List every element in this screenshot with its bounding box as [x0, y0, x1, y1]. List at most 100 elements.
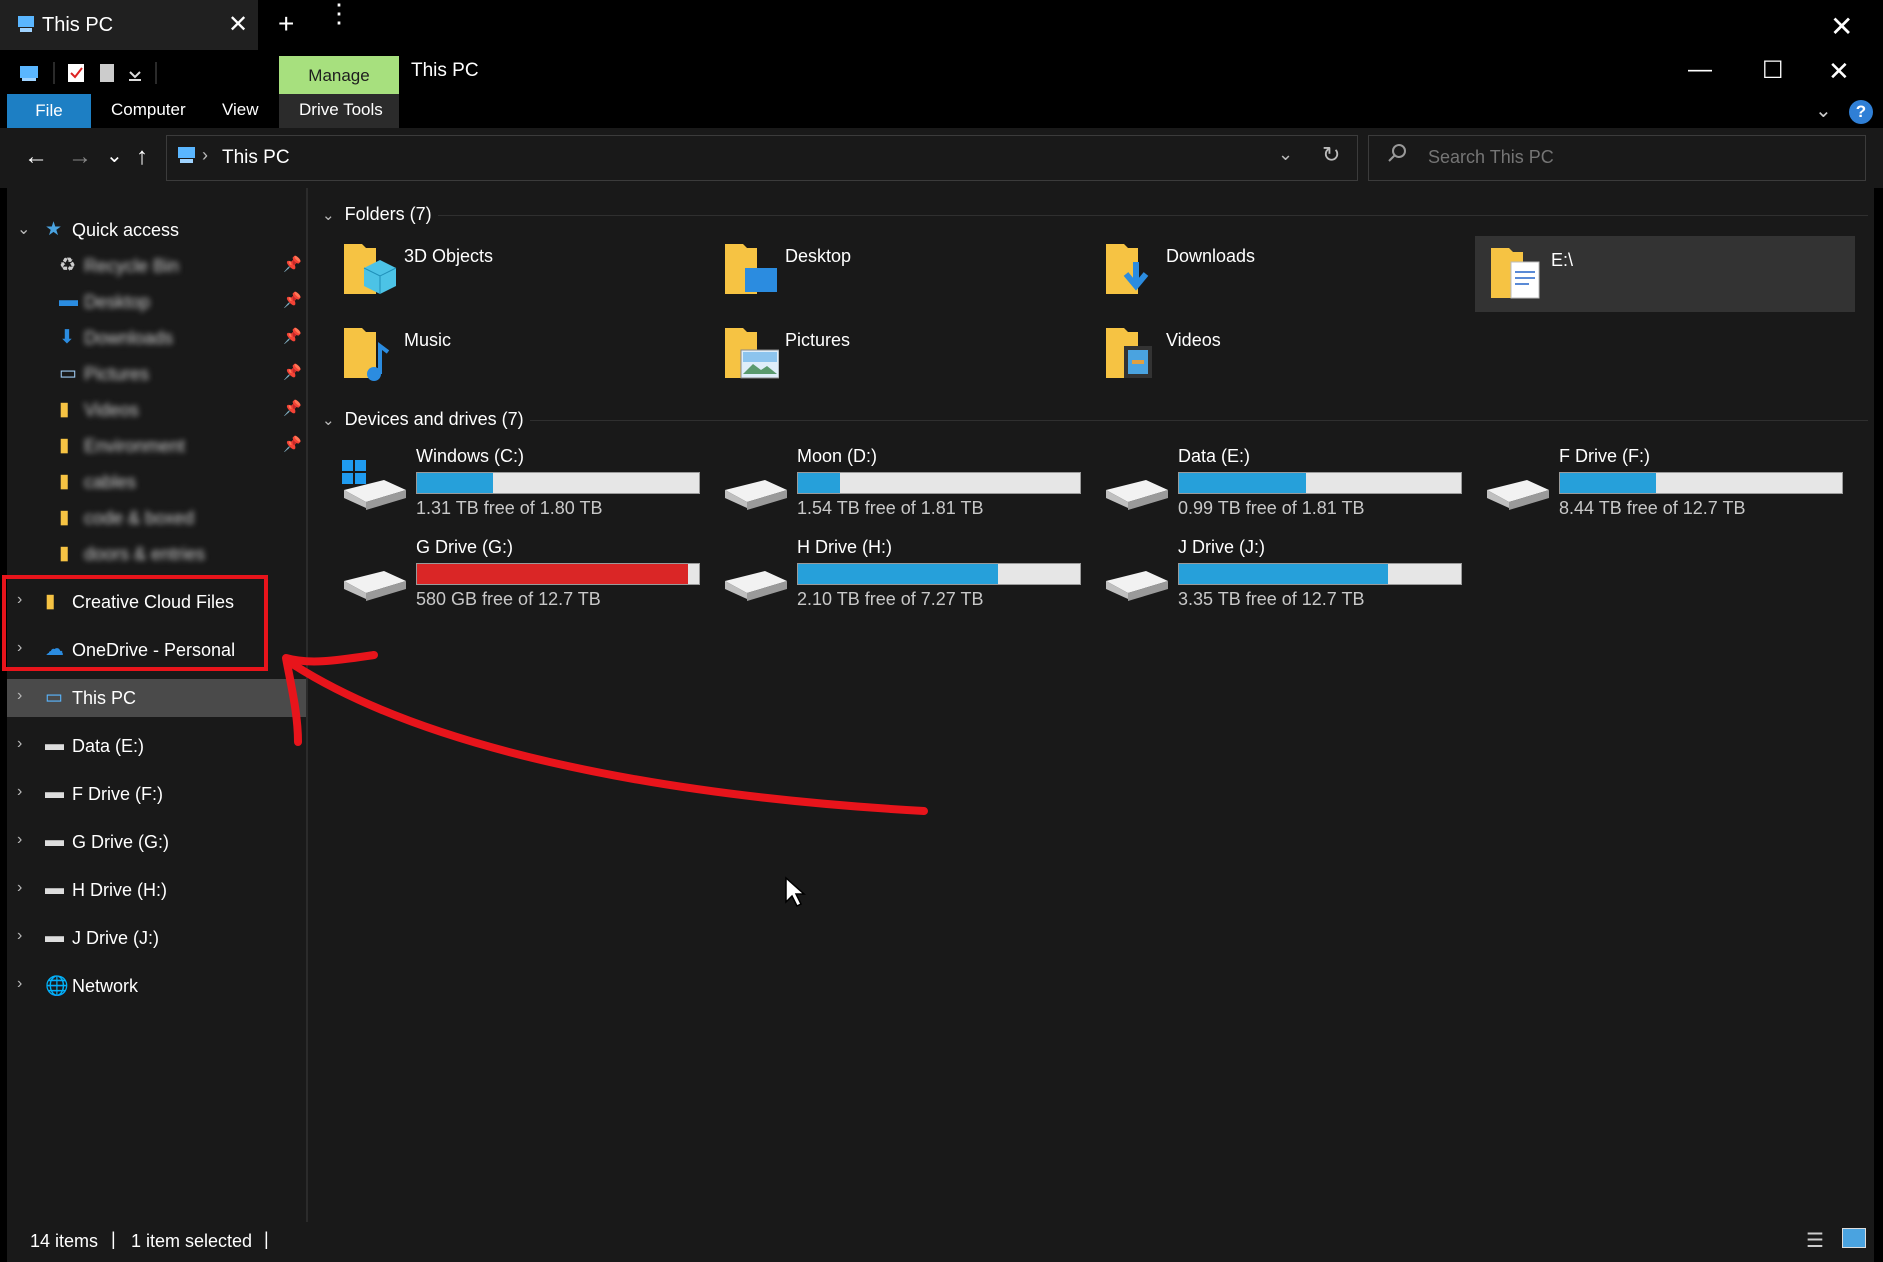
nav-j-drive[interactable]: › ▬ J Drive (J:) [7, 919, 307, 957]
drive-icon: ▬ [45, 734, 64, 755]
folder-music[interactable]: Music [328, 316, 708, 392]
document-folder-icon [1491, 248, 1540, 299]
recent-locations-button[interactable]: ⌄ [106, 143, 123, 168]
breadcrumb-this-pc[interactable]: This PC [222, 147, 290, 169]
pin-icon[interactable]: 📌 [283, 291, 302, 309]
manage-tab[interactable]: Manage [279, 56, 399, 94]
up-button[interactable]: ↑ [136, 143, 148, 171]
folder-downloads[interactable]: Downloads [1090, 232, 1470, 308]
forward-button[interactable]: → [68, 143, 92, 171]
folder-desktop[interactable]: Desktop [709, 232, 1089, 308]
nav-qa-downloads[interactable]: ⬇ Downloads 📌 [7, 319, 307, 357]
nav-label: F Drive (F:) [72, 784, 163, 804]
nav-label: This PC [72, 688, 137, 708]
chevron-right-icon[interactable]: › [17, 639, 22, 657]
nav-data-e[interactable]: › ▬ Data (E:) [7, 727, 307, 765]
drive-free-space: 2.10 TB free of 7.27 TB [797, 589, 984, 609]
drive-j[interactable]: J Drive (J:) 3.35 TB free of 12.7 TB [1102, 537, 1482, 617]
folder-3d-objects[interactable]: 3D Objects [328, 232, 708, 308]
nav-qa-desktop[interactable]: ▬ Desktop 📌 [7, 283, 307, 321]
chevron-down-icon[interactable]: ⌄ [17, 219, 30, 239]
nav-h-drive[interactable]: › ▬ H Drive (H:) [7, 871, 307, 909]
drive-windows-c[interactable]: Windows (C:) 1.31 TB free of 1.80 TB [340, 446, 720, 526]
drive-usage-fill [798, 564, 999, 584]
chevron-down-icon[interactable]: ⌄ [322, 412, 335, 429]
drive-g[interactable]: G Drive (G:) 580 GB free of 12.7 TB [340, 537, 720, 617]
chevron-right-icon[interactable]: › [17, 927, 22, 945]
drive-f[interactable]: F Drive (F:) 8.44 TB free of 12.7 TB [1483, 446, 1863, 526]
large-icons-view-icon[interactable] [1842, 1228, 1866, 1248]
tab-menu-icon[interactable]: ⋮ [326, 0, 352, 26]
address-bar[interactable] [166, 135, 1358, 181]
nav-qa-folder-2[interactable]: ▮ Environment 📌 [7, 427, 307, 465]
ribbon-tab-drive-tools[interactable]: Drive Tools [299, 100, 383, 120]
expand-ribbon-icon[interactable]: ⌄ [1815, 98, 1832, 123]
creative-cloud-folder-icon: ▮ [45, 591, 56, 612]
pin-icon[interactable]: 📌 [283, 435, 302, 453]
pin-icon[interactable]: 📌 [283, 399, 302, 417]
nav-onedrive-personal[interactable]: › ☁ OneDrive - Personal [7, 631, 307, 669]
nav-qa-folder-3[interactable]: ▮ cables [7, 463, 307, 501]
minimize-button[interactable]: — [1688, 56, 1712, 84]
chevron-right-icon[interactable]: › [17, 831, 22, 849]
help-button[interactable]: ? [1849, 100, 1873, 124]
folder-videos[interactable]: Videos [1090, 316, 1470, 392]
folder-name: 3D Objects [404, 246, 494, 266]
folder-e-drive-selected[interactable]: E:\ [1475, 236, 1855, 312]
chevron-right-icon[interactable]: › [17, 783, 22, 801]
this-pc-icon [178, 147, 195, 163]
nav-qa-pictures[interactable]: ▭ Pictures 📌 [7, 355, 307, 393]
chevron-right-icon[interactable]: › [17, 591, 22, 609]
chevron-right-icon[interactable]: › [17, 687, 22, 705]
drive-h[interactable]: H Drive (H:) 2.10 TB free of 7.27 TB [721, 537, 1101, 617]
chevron-right-icon[interactable]: › [17, 735, 22, 753]
new-tab-icon[interactable]: + [278, 8, 294, 40]
tab-close-icon[interactable]: ✕ [228, 10, 248, 39]
strip-close-icon[interactable]: ✕ [1830, 10, 1853, 43]
maximize-button[interactable]: ☐ [1762, 56, 1784, 85]
quick-access-toolbar-icons[interactable] [18, 60, 158, 86]
drive-name: G Drive (G:) [416, 537, 513, 557]
details-view-icon[interactable]: ☰ [1806, 1228, 1824, 1253]
nav-creative-cloud-files[interactable]: › ▮ Creative Cloud Files [7, 583, 307, 621]
tab-this-pc[interactable] [0, 0, 258, 50]
ribbon-tab-view[interactable]: View [222, 100, 259, 120]
folder-pictures[interactable]: Pictures [709, 316, 1089, 392]
nav-qa-folder-5[interactable]: ▮ doors & entries [7, 535, 307, 573]
status-separator: | [264, 1229, 269, 1249]
chevron-right-icon[interactable]: › [17, 879, 22, 897]
pin-icon[interactable]: 📌 [283, 327, 302, 345]
folder-name: Videos [1166, 330, 1221, 350]
nav-qa-folder-4[interactable]: ▮ code & boxed [7, 499, 307, 537]
folder-name: Desktop [785, 246, 852, 266]
folders-group-header[interactable]: ⌄ Folders (7) [322, 204, 432, 225]
ribbon-tab-file[interactable]: File [7, 94, 91, 128]
nav-f-drive[interactable]: › ▬ F Drive (F:) [7, 775, 307, 813]
drive-free-space: 3.35 TB free of 12.7 TB [1178, 589, 1365, 609]
drive-usage-bar [1178, 563, 1462, 585]
back-button[interactable]: ← [24, 143, 48, 171]
drive-moon-d[interactable]: Moon (D:) 1.54 TB free of 1.81 TB [721, 446, 1101, 526]
nav-network[interactable]: › 🌐 Network [7, 967, 307, 1005]
nav-qa-folder-1[interactable]: ▮ Videos 📌 [7, 391, 307, 429]
nav-qa-recycle-bin[interactable]: ♻ Recycle Bin 📌 [7, 247, 307, 285]
drive-data-e[interactable]: Data (E:) 0.99 TB free of 1.81 TB [1102, 446, 1482, 526]
folder-icon: ▮ [59, 471, 70, 492]
nav-this-pc[interactable]: › ▭ This PC [7, 679, 307, 717]
chevron-down-icon[interactable]: ⌄ [322, 207, 335, 224]
ribbon-tab-computer[interactable]: Computer [111, 100, 186, 120]
address-dropdown-icon[interactable]: ⌄ [1278, 144, 1293, 165]
breadcrumb-chevron-icon[interactable]: › [202, 145, 208, 166]
chevron-right-icon[interactable]: › [17, 975, 22, 993]
drives-group-header[interactable]: ⌄ Devices and drives (7) [322, 409, 524, 430]
refresh-button[interactable]: ↻ [1322, 142, 1340, 168]
nav-quick-access[interactable]: ⌄ ★ Quick access [7, 211, 307, 249]
nav-label: Data (E:) [72, 736, 145, 756]
close-button[interactable]: ✕ [1828, 56, 1850, 87]
nav-g-drive[interactable]: › ▬ G Drive (G:) [7, 823, 307, 861]
pin-icon[interactable]: 📌 [283, 255, 302, 273]
drive-usage-fill [417, 564, 688, 584]
search-input[interactable] [1428, 147, 1828, 168]
pin-icon[interactable]: 📌 [283, 363, 302, 381]
folder-icon: ▮ [59, 435, 70, 456]
